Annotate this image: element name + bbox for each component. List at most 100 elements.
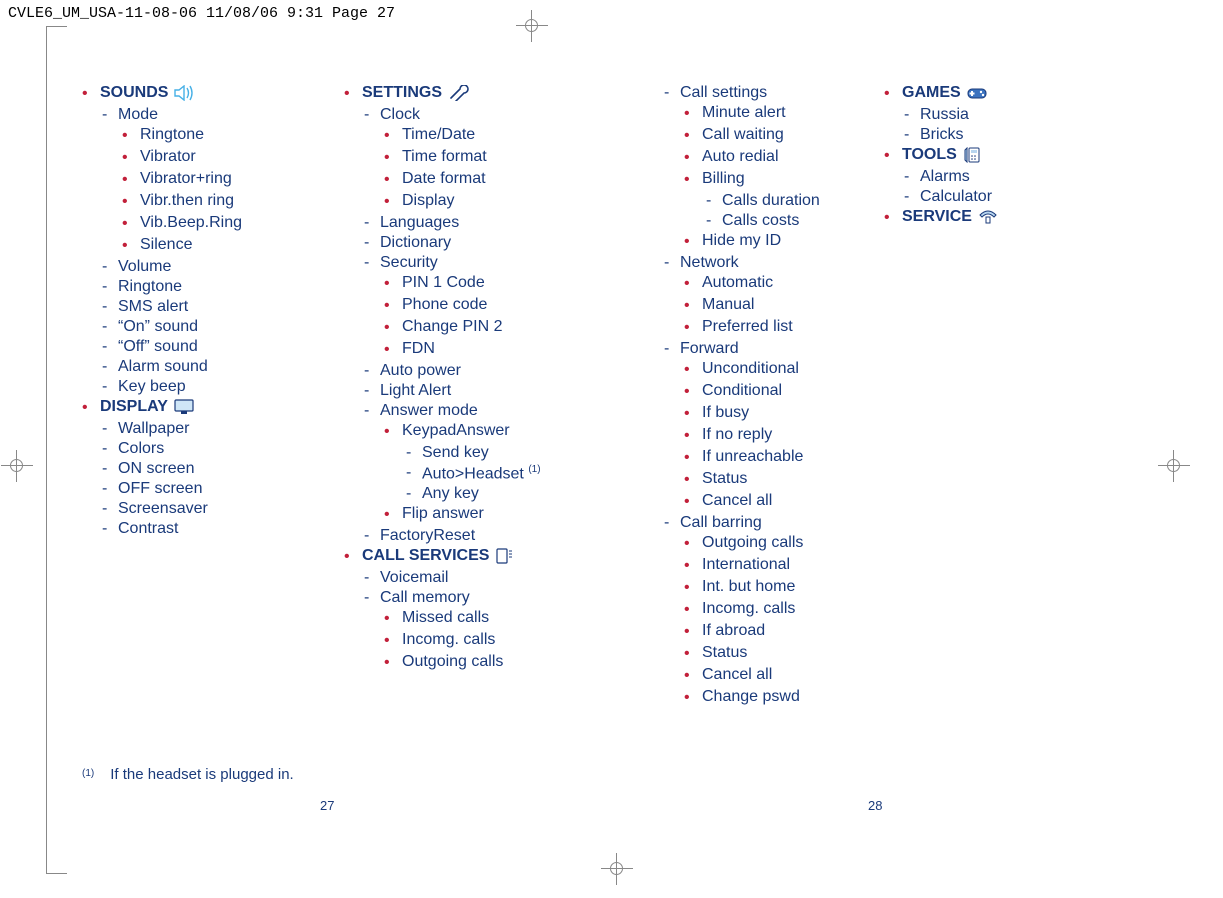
list-item: Display [402,192,454,210]
list-item: KeypadAnswer [402,422,510,440]
list-item: Auto>Headset (1) [422,464,541,483]
list-item: Automatic [702,274,773,292]
list-item: If unreachable [702,448,803,466]
page-number-right: 28 [868,798,882,813]
list-item: Key beep [118,378,186,396]
column-2: • SETTINGS -Clock •Time/Date •Time forma… [344,84,644,710]
speaker-icon [174,85,196,101]
list-item: Hide my ID [702,232,781,250]
list-item: Missed calls [402,609,489,627]
list-item: Call waiting [702,126,784,144]
list-item: ON screen [118,460,194,478]
tools-icon [963,147,981,163]
list-item: Languages [380,214,459,232]
list-item: Status [702,470,747,488]
list-item: Date format [402,170,486,188]
list-item: Calls duration [722,192,820,210]
list-item: Change pswd [702,688,800,706]
footnote: (1) If the headset is plugged in. [82,766,294,783]
page-number-left: 27 [320,798,334,813]
list-item: Any key [422,485,479,503]
list-item: Change PIN 2 [402,318,503,336]
list-item: International [702,556,790,574]
list-item: Vib.Beep.Ring [140,214,242,232]
call-services-icon [495,548,513,564]
list-item: Time format [402,148,487,166]
list-item: Colors [118,440,164,458]
list-item: If abroad [702,622,765,640]
registration-mark-icon [7,456,27,476]
list-item: Status [702,644,747,662]
list-item: Time/Date [402,126,475,144]
list-item: Security [380,254,438,272]
list-item: Alarm sound [118,358,208,376]
sounds-heading: SOUNDS [100,84,196,102]
list-item: OFF screen [118,480,202,498]
list-item: Outgoing calls [702,534,803,552]
list-item: Mode [118,106,158,124]
list-item: Call settings [680,84,767,102]
list-item: Dictionary [380,234,451,252]
list-item: Silence [140,236,192,254]
list-item: Forward [680,340,739,358]
footnote-mark: (1) [82,768,94,785]
list-item: Vibrator [140,148,196,166]
list-item: Conditional [702,382,782,400]
list-item: Calculator [920,188,992,206]
list-item: Clock [380,106,420,124]
list-item: Call memory [380,589,470,607]
list-item: Cancel all [702,666,772,684]
list-item: Wallpaper [118,420,189,438]
list-item: Answer mode [380,402,478,420]
list-item: Voicemail [380,569,448,587]
column-4: • GAMES -Russia -Bricks • TOOLS -Alarms … [884,84,1144,710]
list-item: If busy [702,404,749,422]
list-item: Volume [118,258,171,276]
wrench-icon [448,85,470,101]
registration-mark-icon [607,859,627,879]
list-item: Billing [702,170,745,188]
column-1: • SOUNDS -Mode •Ringtone •Vibrator •Vibr… [82,84,344,710]
registration-mark-icon [522,16,542,36]
list-item: Screensaver [118,500,208,518]
tools-heading: TOOLS [902,146,981,164]
list-item: Vibrator+ring [140,170,232,188]
list-item: Incomg. calls [402,631,495,649]
list-item: Auto redial [702,148,779,166]
list-item: Flip answer [402,505,484,523]
list-item: “Off” sound [118,338,198,356]
list-item: Auto power [380,362,461,380]
list-item: Send key [422,444,489,462]
service-heading: SERVICE [902,208,998,226]
list-item: Bricks [920,126,964,144]
gamepad-icon [967,86,987,100]
list-item: Network [680,254,739,272]
content-columns: • SOUNDS -Mode •Ringtone •Vibrator •Vibr… [82,84,1177,710]
list-item: Manual [702,296,754,314]
column-3: -Call settings •Minute alert •Call waiti… [644,84,884,710]
list-item: FactoryReset [380,527,475,545]
display-heading: DISPLAY [100,398,194,416]
list-item: Contrast [118,520,178,538]
monitor-icon [174,399,194,415]
list-item: Outgoing calls [402,653,503,671]
service-icon [978,209,998,225]
print-header: CVLE6_UM_USA-11-08-06 11/08/06 9:31 Page… [8,5,395,22]
list-item: Alarms [920,168,970,186]
list-item: FDN [402,340,435,358]
list-item: Calls costs [722,212,799,230]
list-item: Vibr.then ring [140,192,234,210]
list-item: Incomg. calls [702,600,795,618]
list-item: Minute alert [702,104,786,122]
list-item: PIN 1 Code [402,274,485,292]
list-item: If no reply [702,426,772,444]
list-item: Ringtone [140,126,204,144]
call-services-heading: CALL SERVICES [362,547,513,565]
list-item: SMS alert [118,298,188,316]
list-item: Int. but home [702,578,795,596]
list-item: Russia [920,106,969,124]
list-item: Ringtone [118,278,182,296]
list-item: Phone code [402,296,487,314]
settings-heading: SETTINGS [362,84,470,102]
footnote-text: If the headset is plugged in. [110,766,293,783]
